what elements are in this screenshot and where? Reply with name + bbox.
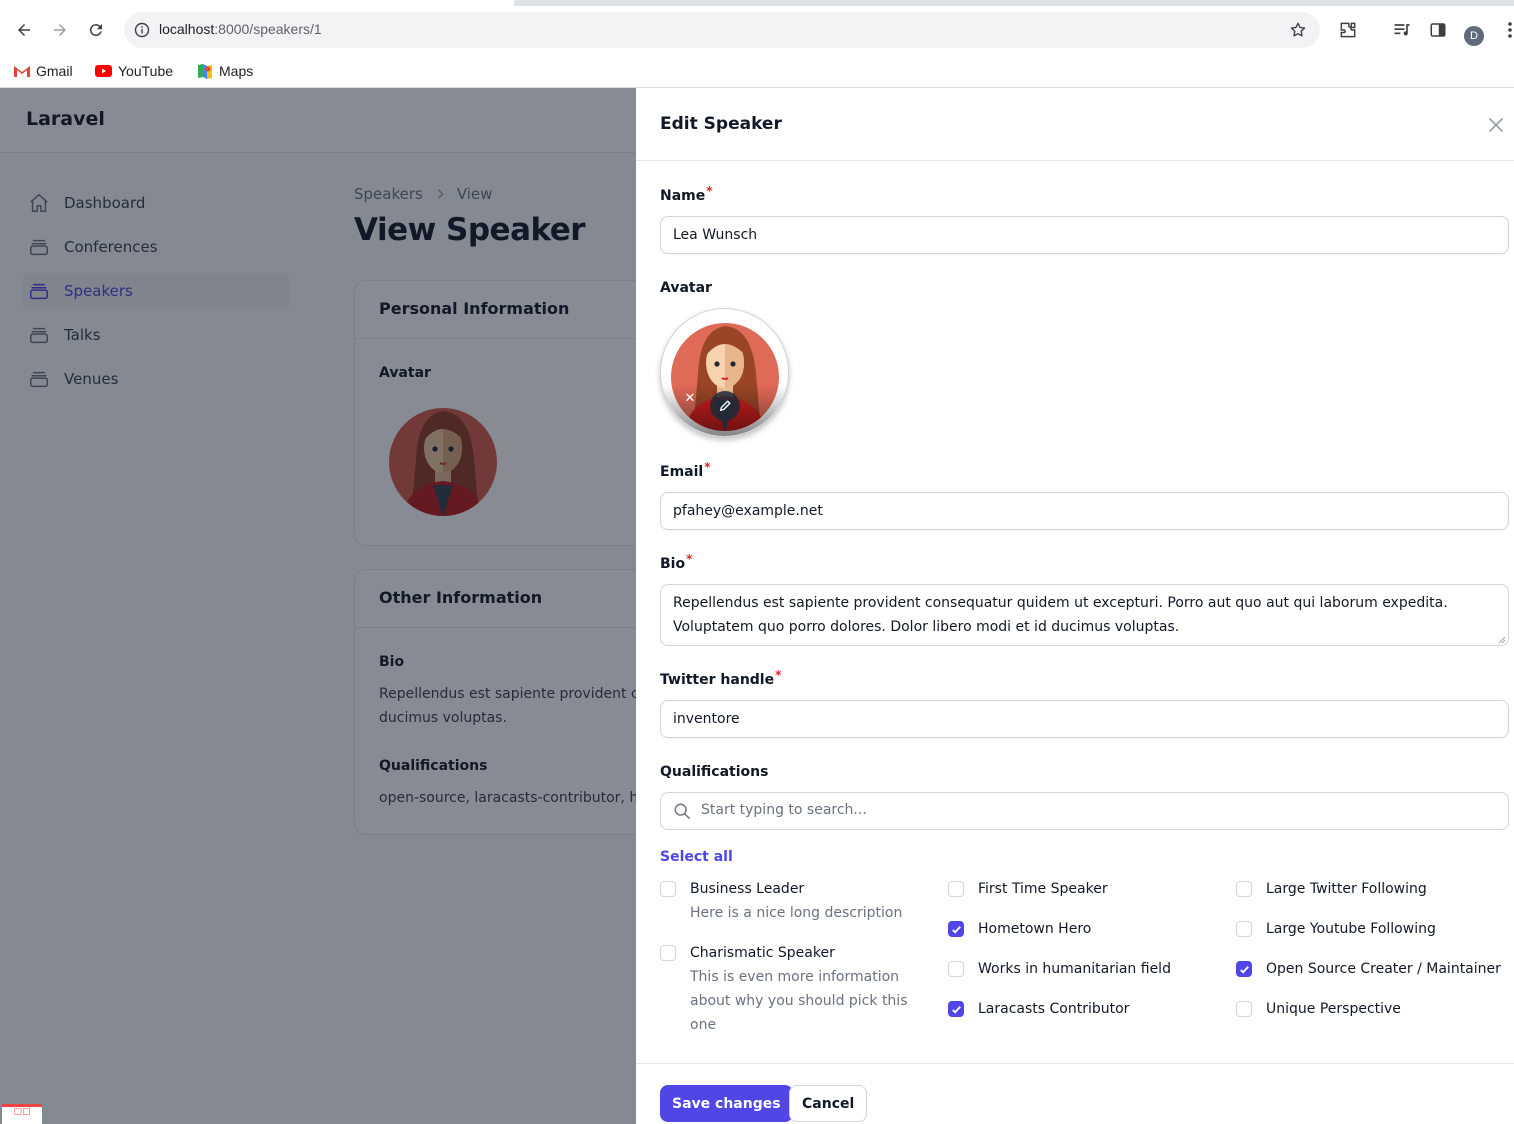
qualification-option[interactable]: Large Youtube Following <box>1236 919 1436 939</box>
site-info-icon[interactable] <box>132 20 152 40</box>
option-label: Charismatic Speaker <box>690 945 835 961</box>
save-changes-button[interactable]: Save changes <box>660 1085 793 1122</box>
cancel-button[interactable]: Cancel <box>789 1085 868 1122</box>
avatar-upload[interactable]: ✕ <box>660 308 789 437</box>
option-label: Laracasts Contributor <box>978 1001 1130 1017</box>
youtube-icon <box>95 65 112 77</box>
checkbox[interactable] <box>1236 1001 1252 1017</box>
side-panel-icon[interactable] <box>1424 16 1452 44</box>
pencil-icon <box>719 400 731 412</box>
option-description: Here is a nice long description <box>690 905 903 921</box>
option-label: Open Source Creater / Maintainer <box>1266 961 1501 977</box>
option-label: Business Leader <box>690 881 805 897</box>
check-icon <box>951 1005 961 1014</box>
gmail-icon <box>14 66 30 77</box>
bio-textarea[interactable]: Repellendus est sapiente provident conse… <box>660 584 1509 646</box>
url-text: localhost:8000/speakers/1 <box>159 21 322 37</box>
qualifications-label: Qualifications <box>660 764 769 780</box>
option-description: This is even more information about why … <box>690 969 908 1033</box>
bookmark-youtube[interactable]: YouTube <box>95 59 173 83</box>
forward-arrow-icon[interactable] <box>46 16 74 44</box>
email-field[interactable]: pfahey@example.net <box>660 492 1509 530</box>
qualification-option[interactable]: Works in humanitarian field <box>948 959 1171 979</box>
browser-menu-icon[interactable] <box>1496 16 1514 44</box>
qualification-option[interactable]: Unique Perspective <box>1236 999 1401 1019</box>
edit-avatar-button[interactable] <box>710 391 740 421</box>
required-asterisk: * <box>706 184 713 198</box>
slideover-title: Edit Speaker <box>660 114 782 134</box>
slideover-header: Edit Speaker <box>636 88 1514 161</box>
check-icon <box>1239 965 1249 974</box>
resize-handle-icon[interactable] <box>1498 636 1506 644</box>
address-bar[interactable]: localhost:8000/speakers/1 <box>124 12 1320 48</box>
checkbox-checked[interactable] <box>1236 961 1252 977</box>
profile-avatar[interactable]: D <box>1464 26 1484 46</box>
bookmark-label: Maps <box>219 63 254 79</box>
avatar-label: Avatar <box>660 280 712 296</box>
qualification-option[interactable]: Open Source Creater / Maintainer <box>1236 959 1501 979</box>
qualifications-search-input[interactable]: Start typing to search... <box>660 792 1509 830</box>
twitter-label: Twitter handle* <box>660 668 781 688</box>
bookmark-label: Gmail <box>36 63 73 79</box>
bookmark-gmail[interactable]: Gmail <box>14 59 73 83</box>
option-label: First Time Speaker <box>978 881 1108 897</box>
twitter-label-text: Twitter handle <box>660 672 775 688</box>
checkbox[interactable] <box>948 961 964 977</box>
option-label: Large Youtube Following <box>1266 921 1436 937</box>
select-all-link[interactable]: Select all <box>660 849 733 865</box>
required-asterisk: * <box>775 668 782 682</box>
slideover-footer: Save changes Cancel <box>636 1063 1514 1124</box>
app-viewport: Laravel Dashboard Conferences Speakers T… <box>0 88 1514 1124</box>
qualification-option[interactable]: First Time Speaker <box>948 879 1108 899</box>
media-controls-icon[interactable] <box>1388 16 1416 44</box>
bio-label: Bio* <box>660 552 692 572</box>
remove-avatar-icon[interactable]: ✕ <box>681 389 699 407</box>
close-icon <box>1489 118 1503 132</box>
search-placeholder: Start typing to search... <box>701 802 867 818</box>
maps-icon <box>198 64 212 79</box>
qualification-option[interactable]: Large Twitter Following <box>1236 879 1427 899</box>
url-host: localhost <box>159 21 215 37</box>
required-asterisk: * <box>704 460 711 474</box>
checkbox[interactable] <box>660 945 676 961</box>
extensions-icon[interactable] <box>1334 16 1362 44</box>
close-button[interactable] <box>1484 113 1508 137</box>
twitter-handle-field[interactable]: inventore <box>660 700 1509 738</box>
bookmark-label: YouTube <box>118 63 174 79</box>
qualification-option[interactable]: Business Leader Here is a nice long desc… <box>660 879 902 925</box>
checkbox-checked[interactable] <box>948 1001 964 1017</box>
edit-speaker-slideover: Edit Speaker Name* Lea Wunsch Avatar ✕ E… <box>636 88 1514 1124</box>
qualification-option[interactable]: Laracasts Contributor <box>948 999 1129 1019</box>
option-label: Large Twitter Following <box>1266 881 1427 897</box>
bookmark-star-icon[interactable] <box>1288 20 1308 40</box>
url-path: :8000/speakers/1 <box>214 21 322 37</box>
checkbox[interactable] <box>948 881 964 897</box>
back-arrow-icon[interactable] <box>10 16 38 44</box>
checkbox-checked[interactable] <box>948 921 964 937</box>
search-icon <box>674 803 690 819</box>
checkbox[interactable] <box>1236 921 1252 937</box>
option-label: Unique Perspective <box>1266 1001 1401 1017</box>
email-label-text: Email <box>660 464 704 480</box>
reload-icon[interactable] <box>82 16 110 44</box>
checkbox[interactable] <box>660 881 676 897</box>
qualification-option[interactable]: Charismatic Speaker This is even more in… <box>660 943 940 1037</box>
option-label: Hometown Hero <box>978 921 1092 937</box>
debug-badge-icon[interactable]: ▢▢ <box>2 1104 42 1124</box>
name-field[interactable]: Lea Wunsch <box>660 216 1509 254</box>
check-icon <box>951 925 961 934</box>
option-label: Works in humanitarian field <box>978 961 1171 977</box>
required-asterisk: * <box>686 552 693 566</box>
checkbox[interactable] <box>1236 881 1252 897</box>
browser-toolbar: localhost:8000/speakers/1 D <box>0 6 1514 54</box>
bookmarks-bar: Gmail YouTube Maps <box>0 54 1514 88</box>
email-label: Email* <box>660 460 710 480</box>
bio-label-text: Bio <box>660 556 686 572</box>
bookmark-maps[interactable]: Maps <box>197 59 253 83</box>
qualification-option[interactable]: Hometown Hero <box>948 919 1091 939</box>
name-label: Name* <box>660 184 713 204</box>
name-label-text: Name <box>660 188 706 204</box>
